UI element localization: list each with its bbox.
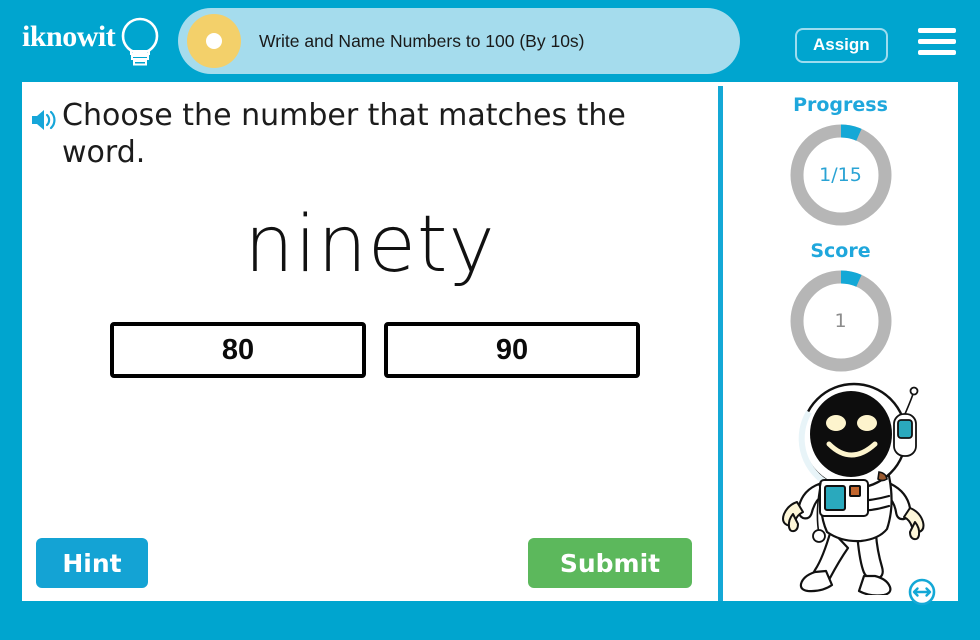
question-prompt: Choose the number that matches the word. xyxy=(62,98,626,170)
lesson-title-pill: Write and Name Numbers to 100 (By 10s) xyxy=(178,8,740,74)
score-value: 1 xyxy=(834,310,847,332)
lesson-status-dot xyxy=(187,14,241,68)
word-display: ninety xyxy=(244,200,496,290)
resize-horizontal-icon[interactable] xyxy=(908,578,936,606)
speaker-icon[interactable] xyxy=(30,106,60,134)
progress-label: Progress xyxy=(793,94,888,116)
sidebar-panel: Progress 1/15 Score 1 xyxy=(723,82,958,601)
submit-button[interactable]: Submit xyxy=(528,538,692,588)
lightbulb-icon xyxy=(121,17,159,66)
score-label: Score xyxy=(810,240,871,262)
answer-choice-0[interactable]: 80 xyxy=(110,322,366,378)
app-window: iknowit Write and Name Numbers to 100 (B… xyxy=(0,0,980,640)
iknowit-logo[interactable]: iknowit xyxy=(20,14,172,70)
progress-block: Progress 1/15 xyxy=(723,94,958,230)
hamburger-menu-icon[interactable] xyxy=(918,28,956,56)
hint-button[interactable]: Hint xyxy=(36,538,148,588)
question-block: Choose the number that matches the word. xyxy=(30,98,690,171)
astronaut-character xyxy=(782,382,925,595)
lesson-status-dot-inner xyxy=(206,33,222,49)
app-header: iknowit Write and Name Numbers to 100 (B… xyxy=(0,0,980,82)
content-card: Choose the number that matches the word.… xyxy=(22,82,958,601)
score-block: Score 1 xyxy=(723,240,958,376)
answer-choice-1[interactable]: 90 xyxy=(384,322,640,378)
answer-choices: 80 90 xyxy=(110,322,640,378)
progress-gauge: 1/15 xyxy=(786,120,896,230)
score-gauge: 1 xyxy=(786,266,896,376)
logo-wordmark: iknowit xyxy=(22,20,116,53)
progress-value: 1/15 xyxy=(819,164,862,186)
assign-button[interactable]: Assign xyxy=(795,28,888,63)
lesson-title: Write and Name Numbers to 100 (By 10s) xyxy=(259,30,585,51)
